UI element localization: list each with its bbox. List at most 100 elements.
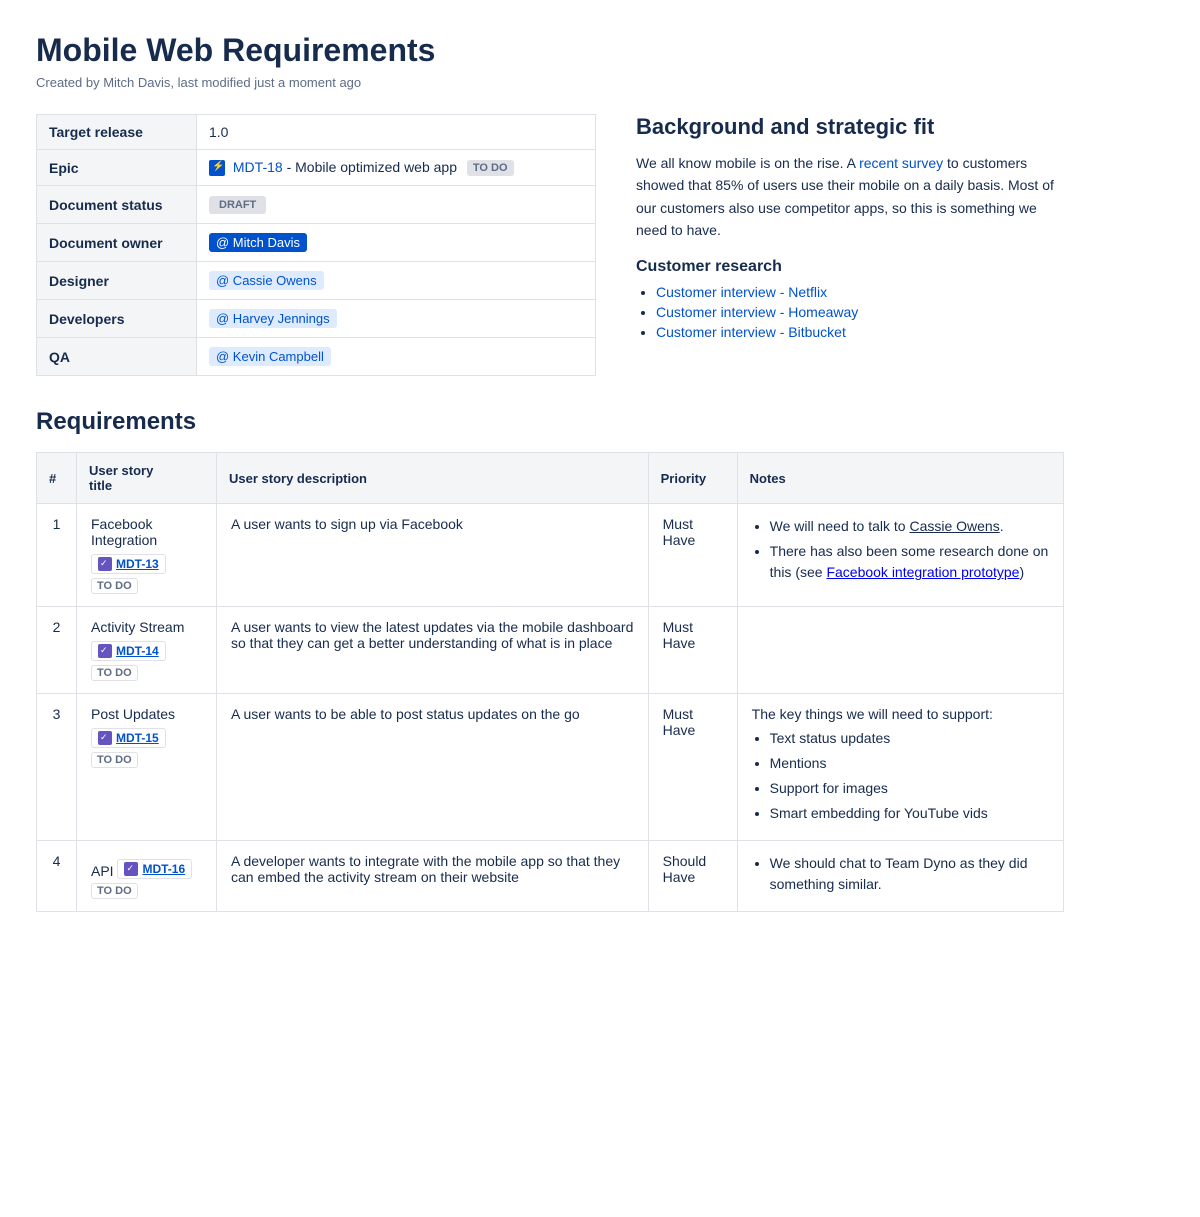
epic-ticket-link[interactable]: MDT-18 bbox=[233, 159, 283, 175]
customer-research-list: Customer interview - Netflix Customer in… bbox=[636, 284, 1064, 340]
meta-row-doc-owner: Document owner @ Mitch Davis bbox=[37, 224, 596, 262]
epic-todo-badge: TO DO bbox=[467, 160, 514, 176]
table-row: 2 Activity Stream MDT-14 TO DO A user wa… bbox=[37, 607, 1064, 694]
notes-activity bbox=[737, 607, 1063, 694]
story-title-api: API bbox=[91, 863, 114, 879]
list-item: Customer interview - Netflix bbox=[656, 284, 1064, 300]
list-item: Mentions bbox=[770, 753, 1049, 774]
jira-ticket-icon bbox=[124, 862, 138, 876]
draft-badge: DRAFT bbox=[209, 196, 266, 214]
jira-ticket-mdt14: MDT-14 bbox=[91, 641, 166, 661]
col-header-title: User storytitle bbox=[77, 453, 217, 504]
story-title-cell: Facebook Integration MDT-13 TO DO bbox=[77, 504, 217, 607]
list-item: There has also been some research done o… bbox=[770, 541, 1049, 583]
story-desc-activity: A user wants to view the latest updates … bbox=[217, 607, 649, 694]
list-item: Customer interview - Homeaway bbox=[656, 304, 1064, 320]
story-title-cell: API MDT-16 TO DO bbox=[77, 841, 217, 912]
sidebar: Background and strategic fit We all know… bbox=[636, 114, 1064, 376]
meta-row-designer: Designer @ Cassie Owens bbox=[37, 262, 596, 300]
qa-mention[interactable]: @ Kevin Campbell bbox=[209, 347, 331, 366]
story-title-facebook: Facebook Integration bbox=[91, 516, 157, 548]
row-num: 2 bbox=[37, 607, 77, 694]
story-title-post: Post Updates bbox=[91, 706, 175, 722]
priority-api: Should Have bbox=[648, 841, 737, 912]
jira-lightning-icon bbox=[209, 160, 225, 176]
jira-ticket-mdt16: MDT-16 bbox=[117, 859, 192, 879]
meta-value-qa: @ Kevin Campbell bbox=[197, 338, 596, 376]
meta-value-target-release: 1.0 bbox=[197, 115, 596, 150]
top-section: Target release 1.0 Epic MDT-18 - Mobile … bbox=[36, 114, 1064, 376]
requirements-table: # User storytitle User story description… bbox=[36, 452, 1064, 912]
recent-survey-link[interactable]: recent survey bbox=[859, 155, 943, 171]
mdt16-link[interactable]: MDT-16 bbox=[142, 862, 185, 876]
col-header-num: # bbox=[37, 453, 77, 504]
interview-homeaway-link[interactable]: Customer interview - Homeaway bbox=[656, 304, 858, 320]
mdt15-link[interactable]: MDT-15 bbox=[116, 731, 159, 745]
meta-label-epic: Epic bbox=[37, 150, 197, 186]
page-subtitle: Created by Mitch Davis, last modified ju… bbox=[36, 75, 1064, 90]
story-title-cell: Post Updates MDT-15 TO DO bbox=[77, 694, 217, 841]
requirements-heading: Requirements bbox=[36, 408, 1064, 436]
row-num: 1 bbox=[37, 504, 77, 607]
table-header-row: # User storytitle User story description… bbox=[37, 453, 1064, 504]
story-title-activity: Activity Stream bbox=[91, 619, 184, 635]
list-item: Customer interview - Bitbucket bbox=[656, 324, 1064, 340]
list-item: Support for images bbox=[770, 778, 1049, 799]
meta-value-developers: @ Harvey Jennings bbox=[197, 300, 596, 338]
fb-integration-link[interactable]: Facebook integration prototype bbox=[826, 564, 1019, 580]
col-header-notes: Notes bbox=[737, 453, 1063, 504]
story-desc-post: A user wants to be able to post status u… bbox=[217, 694, 649, 841]
table-row: 4 API MDT-16 TO DO A developer wants to … bbox=[37, 841, 1064, 912]
designer-mention[interactable]: @ Cassie Owens bbox=[209, 271, 324, 290]
mdt13-link[interactable]: MDT-13 bbox=[116, 557, 159, 571]
notes-api: We should chat to Team Dyno as they did … bbox=[737, 841, 1063, 912]
meta-row-target-release: Target release 1.0 bbox=[37, 115, 596, 150]
meta-label-doc-status: Document status bbox=[37, 186, 197, 224]
cassie-owens-link[interactable]: Cassie Owens bbox=[909, 518, 999, 534]
meta-value-doc-status: DRAFT bbox=[197, 186, 596, 224]
interview-bitbucket-link[interactable]: Customer interview - Bitbucket bbox=[656, 324, 846, 340]
meta-value-epic: MDT-18 - Mobile optimized web app TO DO bbox=[197, 150, 596, 186]
table-row: 1 Facebook Integration MDT-13 TO DO A us… bbox=[37, 504, 1064, 607]
row-num: 4 bbox=[37, 841, 77, 912]
list-item: We will need to talk to Cassie Owens. bbox=[770, 516, 1049, 537]
priority-post: Must Have bbox=[648, 694, 737, 841]
owner-mention[interactable]: @ Mitch Davis bbox=[209, 233, 307, 252]
priority-activity: Must Have bbox=[648, 607, 737, 694]
meta-label-designer: Designer bbox=[37, 262, 197, 300]
meta-row-developers: Developers @ Harvey Jennings bbox=[37, 300, 596, 338]
col-header-priority: Priority bbox=[648, 453, 737, 504]
sidebar-intro: We all know mobile is on the rise. A rec… bbox=[636, 152, 1064, 242]
notes-post: The key things we will need to support: … bbox=[737, 694, 1063, 841]
meta-label-doc-owner: Document owner bbox=[37, 224, 197, 262]
meta-row-epic: Epic MDT-18 - Mobile optimized web app T… bbox=[37, 150, 596, 186]
meta-table: Target release 1.0 Epic MDT-18 - Mobile … bbox=[36, 114, 596, 376]
jira-ticket-mdt13: MDT-13 bbox=[91, 554, 166, 574]
meta-row-qa: QA @ Kevin Campbell bbox=[37, 338, 596, 376]
developer-mention[interactable]: @ Harvey Jennings bbox=[209, 309, 337, 328]
todo-badge: TO DO bbox=[91, 752, 138, 768]
interview-netflix-link[interactable]: Customer interview - Netflix bbox=[656, 284, 827, 300]
notes-facebook: We will need to talk to Cassie Owens. Th… bbox=[737, 504, 1063, 607]
meta-label-developers: Developers bbox=[37, 300, 197, 338]
meta-value-doc-owner: @ Mitch Davis bbox=[197, 224, 596, 262]
meta-label-target-release: Target release bbox=[37, 115, 197, 150]
meta-row-doc-status: Document status DRAFT bbox=[37, 186, 596, 224]
todo-badge: TO DO bbox=[91, 883, 138, 899]
mdt14-link[interactable]: MDT-14 bbox=[116, 644, 159, 658]
list-item: Text status updates bbox=[770, 728, 1049, 749]
table-row: 3 Post Updates MDT-15 TO DO A user wants… bbox=[37, 694, 1064, 841]
row-num: 3 bbox=[37, 694, 77, 841]
jira-ticket-icon bbox=[98, 644, 112, 658]
notes-post-intro: The key things we will need to support: bbox=[752, 706, 993, 722]
list-item: Smart embedding for YouTube vids bbox=[770, 803, 1049, 824]
todo-badge: TO DO bbox=[91, 578, 138, 594]
todo-badge: TO DO bbox=[91, 665, 138, 681]
list-item: We should chat to Team Dyno as they did … bbox=[770, 853, 1049, 895]
jira-ticket-icon bbox=[98, 731, 112, 745]
story-title-cell: Activity Stream MDT-14 TO DO bbox=[77, 607, 217, 694]
meta-label-qa: QA bbox=[37, 338, 197, 376]
sidebar-heading: Background and strategic fit bbox=[636, 114, 1064, 140]
page-title: Mobile Web Requirements bbox=[36, 32, 1064, 69]
story-desc-api: A developer wants to integrate with the … bbox=[217, 841, 649, 912]
